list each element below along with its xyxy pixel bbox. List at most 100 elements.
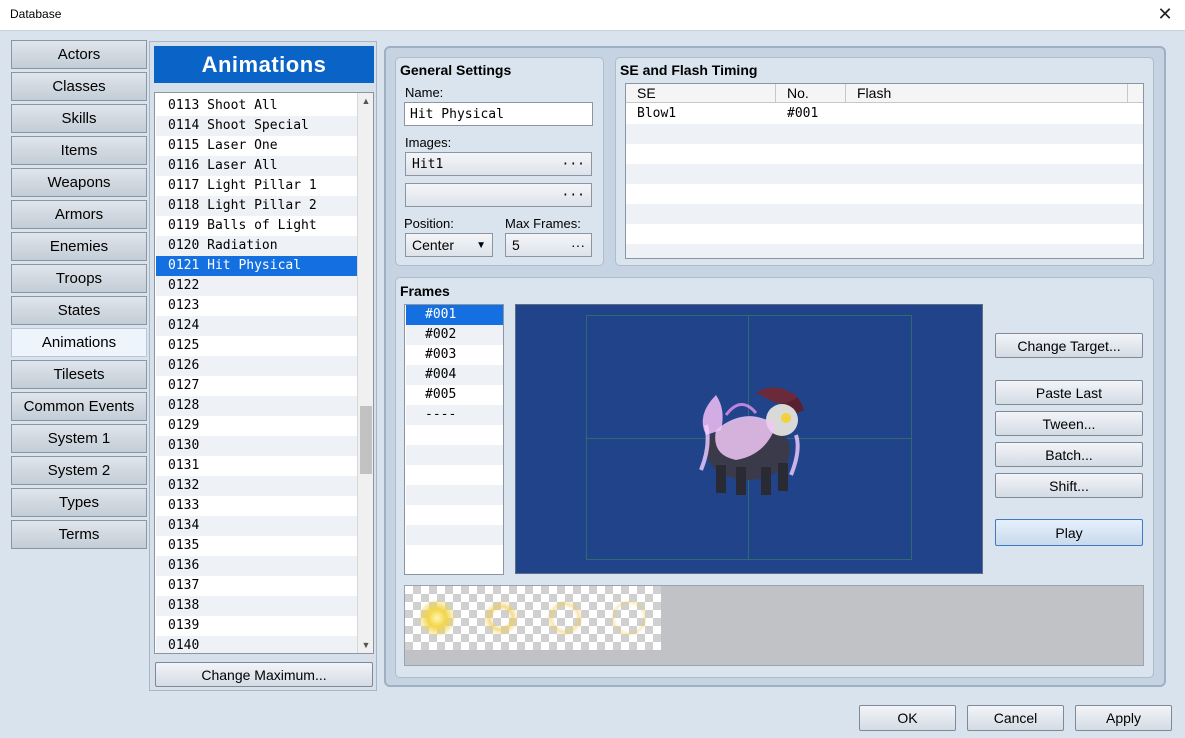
column-header-se[interactable]: SE (626, 84, 776, 103)
se-flash-table[interactable]: SE No. Flash Blow1 #001 (625, 83, 1144, 259)
table-row[interactable] (626, 124, 1143, 144)
list-item[interactable]: 0122 (156, 276, 358, 296)
position-select[interactable]: Center ▼ (405, 233, 493, 257)
column-header-flash[interactable]: Flash (846, 84, 1128, 103)
list-item[interactable]: 0131 (156, 456, 358, 476)
category-tab-skills[interactable]: Skills (11, 104, 147, 133)
category-tab-tilesets[interactable]: Tilesets (11, 360, 147, 389)
category-tab-system-2[interactable]: System 2 (11, 456, 147, 485)
apply-button[interactable]: Apply (1075, 705, 1172, 731)
image1-picker[interactable]: Hit1 ··· (405, 152, 592, 176)
frame-empty-row[interactable] (406, 425, 503, 445)
list-item[interactable]: 0118 Light Pillar 2 (156, 196, 358, 216)
list-item[interactable]: 0113 Shoot All (156, 96, 358, 116)
category-tab-common-events[interactable]: Common Events (11, 392, 147, 421)
scroll-down-arrow-icon[interactable]: ▼ (358, 637, 374, 653)
list-item[interactable]: 0136 (156, 556, 358, 576)
list-item[interactable]: 0121 Hit Physical (156, 256, 358, 276)
frame-item[interactable]: #002 (406, 325, 503, 345)
list-item[interactable]: 0125 (156, 336, 358, 356)
list-item[interactable]: 0135 (156, 536, 358, 556)
list-item[interactable]: 0116 Laser All (156, 156, 358, 176)
list-item[interactable]: 0130 (156, 436, 358, 456)
window-title: Database (10, 7, 62, 21)
category-tab-states[interactable]: States (11, 296, 147, 325)
list-item[interactable]: 0140 (156, 636, 358, 653)
column-header-no[interactable]: No. (776, 84, 846, 103)
frame-item[interactable]: #001 (406, 305, 503, 325)
category-tab-enemies[interactable]: Enemies (11, 232, 147, 261)
list-item[interactable]: 0117 Light Pillar 1 (156, 176, 358, 196)
table-row[interactable] (626, 244, 1143, 258)
frame-empty-row[interactable] (406, 505, 503, 525)
cell-sprite[interactable] (547, 600, 583, 636)
category-tab-animations[interactable]: Animations (11, 328, 147, 357)
category-tab-classes[interactable]: Classes (11, 72, 147, 101)
list-item[interactable]: 0129 (156, 416, 358, 436)
list-item[interactable]: 0137 (156, 576, 358, 596)
list-item[interactable]: 0127 (156, 376, 358, 396)
category-tab-terms[interactable]: Terms (11, 520, 147, 549)
image2-picker[interactable]: ··· (405, 183, 592, 207)
frame-empty-row[interactable] (406, 545, 503, 565)
scroll-up-arrow-icon[interactable]: ▲ (358, 93, 374, 109)
change-target-button[interactable]: Change Target... (995, 333, 1143, 358)
image-cells[interactable] (405, 586, 661, 650)
frame-item[interactable]: #003 (406, 345, 503, 365)
category-tab-armors[interactable]: Armors (11, 200, 147, 229)
cancel-button[interactable]: Cancel (967, 705, 1064, 731)
shift-button[interactable]: Shift... (995, 473, 1143, 498)
tween-button[interactable]: Tween... (995, 411, 1143, 436)
category-tab-items[interactable]: Items (11, 136, 147, 165)
change-maximum-button[interactable]: Change Maximum... (155, 662, 373, 687)
frame-empty-row[interactable] (406, 485, 503, 505)
cell-sprite[interactable] (483, 600, 519, 636)
list-item[interactable]: 0120 Radiation (156, 236, 358, 256)
list-item[interactable]: 0114 Shoot Special (156, 116, 358, 136)
table-row[interactable] (626, 144, 1143, 164)
list-item[interactable]: 0128 (156, 396, 358, 416)
table-row[interactable] (626, 164, 1143, 184)
list-item[interactable]: 0133 (156, 496, 358, 516)
frame-item[interactable]: #005 (406, 385, 503, 405)
list-item[interactable]: 0134 (156, 516, 358, 536)
category-tab-types[interactable]: Types (11, 488, 147, 517)
table-row[interactable]: Blow1 #001 (626, 104, 1143, 124)
category-tab-weapons[interactable]: Weapons (11, 168, 147, 197)
frame-empty-row[interactable] (406, 525, 503, 545)
batch-button[interactable]: Batch... (995, 442, 1143, 467)
paste-last-button[interactable]: Paste Last (995, 380, 1143, 405)
animation-list[interactable]: 0113 Shoot All 0114 Shoot Special 0115 Las… (154, 92, 374, 654)
cell-sprite[interactable] (611, 600, 647, 636)
column-header-spacer (1128, 84, 1143, 103)
table-row[interactable] (626, 184, 1143, 204)
play-button[interactable]: Play (995, 519, 1143, 546)
animation-preview-canvas[interactable] (515, 304, 983, 574)
name-field[interactable]: Hit Physical (404, 102, 593, 126)
list-item[interactable]: 0138 (156, 596, 358, 616)
list-item[interactable]: 0132 (156, 476, 358, 496)
table-row[interactable] (626, 224, 1143, 244)
max-frames-picker[interactable]: 5 ··· (505, 233, 592, 257)
ok-button[interactable]: OK (859, 705, 956, 731)
category-tab-troops[interactable]: Troops (11, 264, 147, 293)
table-row[interactable] (626, 204, 1143, 224)
category-tab-system-1[interactable]: System 1 (11, 424, 147, 453)
close-icon[interactable]: ✕ (1155, 3, 1175, 25)
frame-item[interactable]: #004 (406, 365, 503, 385)
cell-sprite[interactable] (419, 600, 455, 636)
image-cell-strip[interactable] (404, 585, 1144, 666)
list-item[interactable]: 0126 (156, 356, 358, 376)
frame-item[interactable]: ---- (406, 405, 503, 425)
list-scrollbar[interactable]: ▲ ▼ (357, 93, 373, 653)
category-tab-actors[interactable]: Actors (11, 40, 147, 69)
frame-empty-row[interactable] (406, 445, 503, 465)
frame-empty-row[interactable] (406, 465, 503, 485)
list-item[interactable]: 0124 (156, 316, 358, 336)
list-item[interactable]: 0119 Balls of Light (156, 216, 358, 236)
list-item[interactable]: 0139 (156, 616, 358, 636)
frame-list[interactable]: #001 #002 #003 #004 #005 ---- (404, 304, 504, 575)
scroll-thumb[interactable] (360, 406, 372, 474)
list-item[interactable]: 0115 Laser One (156, 136, 358, 156)
list-item[interactable]: 0123 (156, 296, 358, 316)
